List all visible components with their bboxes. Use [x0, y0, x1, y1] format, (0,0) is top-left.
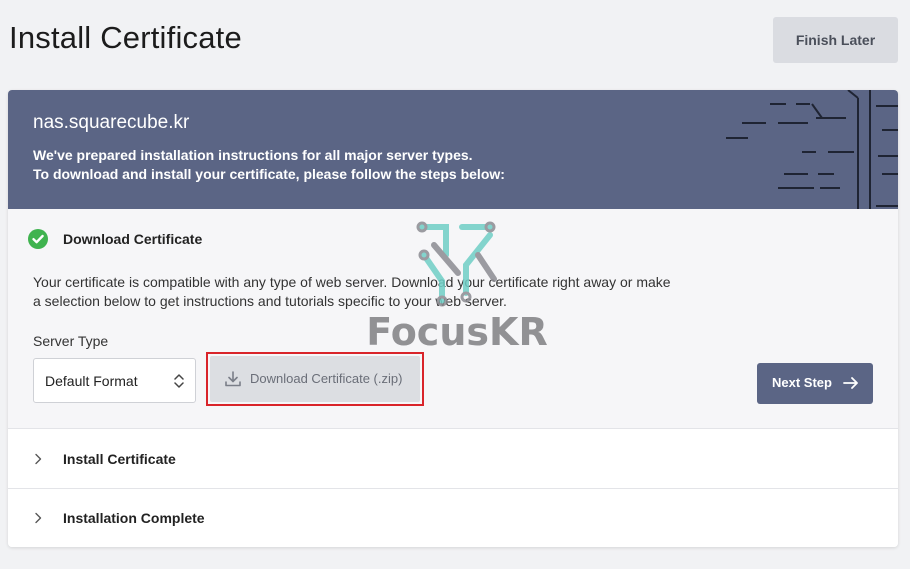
- finish-later-button[interactable]: Finish Later: [773, 17, 898, 63]
- watermark-text: FocusKR: [366, 310, 548, 354]
- step-label: Installation Complete: [63, 510, 205, 526]
- watermark: FocusKR: [362, 215, 552, 354]
- banner: nas.squarecube.kr We've prepared install…: [8, 90, 898, 209]
- page-title: Install Certificate: [9, 20, 242, 55]
- step-install-certificate[interactable]: Install Certificate: [8, 430, 898, 489]
- intro-text-line2: To download and install your certificate…: [33, 166, 505, 182]
- step-label: Install Certificate: [63, 451, 176, 467]
- check-circle-icon: [28, 229, 48, 249]
- download-icon: [225, 371, 241, 387]
- server-type-select[interactable]: Default Format: [33, 358, 196, 403]
- step-installation-complete[interactable]: Installation Complete: [8, 489, 898, 547]
- step-description: Your certificate is compatible with any …: [33, 274, 671, 309]
- server-type-label: Server Type: [33, 333, 109, 349]
- domain-name: nas.squarecube.kr: [33, 112, 190, 133]
- step-title: Download Certificate: [63, 231, 203, 247]
- select-arrows-icon: [174, 374, 184, 388]
- server-type-value: Default Format: [45, 373, 138, 389]
- download-certificate-button[interactable]: Download Certificate (.zip): [210, 356, 420, 402]
- next-step-label: Next Step: [772, 375, 832, 390]
- arrow-right-icon: [843, 377, 858, 389]
- chevron-right-icon: [35, 453, 42, 465]
- watermark-logo: [416, 221, 497, 307]
- banner-decoration: [726, 90, 898, 209]
- next-step-button[interactable]: Next Step: [757, 363, 873, 404]
- download-highlight: Download Certificate (.zip): [206, 352, 424, 406]
- chevron-right-icon: [35, 512, 42, 524]
- download-button-label: Download Certificate (.zip): [250, 371, 403, 386]
- intro-text-line1: We've prepared installation instructions…: [33, 147, 473, 163]
